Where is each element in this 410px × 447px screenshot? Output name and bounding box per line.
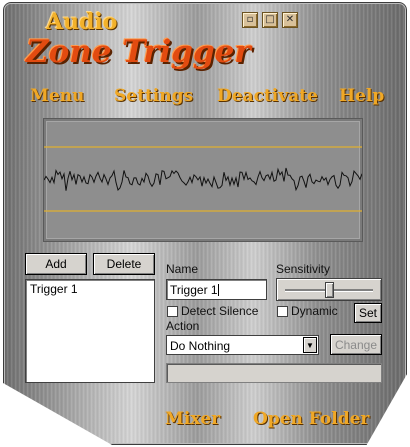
dynamic-checkbox[interactable] [277, 306, 288, 317]
add-trigger-button[interactable]: Add [25, 253, 87, 275]
window-controls: ▫ □ ✕ [242, 12, 298, 28]
detect-silence-checkbox[interactable] [167, 306, 178, 317]
name-label: Name [166, 262, 199, 276]
menu-item-help[interactable]: Help [339, 86, 384, 106]
action-selected-value: Do Nothing [170, 339, 231, 353]
text-cursor [217, 284, 219, 296]
action-label: Action [166, 319, 200, 333]
dynamic-label: Dynamic [291, 304, 338, 318]
waveform-graph [44, 146, 362, 212]
trigger-list[interactable]: Trigger 1 [25, 279, 155, 383]
set-button[interactable]: Set [354, 303, 382, 323]
mixer-link[interactable]: Mixer [165, 409, 220, 429]
close-icon[interactable]: ✕ [282, 12, 298, 28]
app-title-zone-trigger: Zone Trigger [26, 34, 251, 70]
delete-trigger-button[interactable]: Delete [93, 253, 155, 275]
sensitivity-slider[interactable] [276, 278, 382, 301]
change-action-button[interactable]: Change [330, 334, 382, 355]
maximize-icon[interactable]: □ [262, 12, 278, 28]
waveform-line [44, 167, 362, 192]
audio-level-scope [43, 118, 363, 242]
menu-item-deactivate[interactable]: Deactivate [217, 86, 318, 106]
menu-item-settings[interactable]: Settings [114, 86, 193, 106]
menu-bar: Menu Settings Deactivate Help [30, 86, 390, 110]
menu-item-menu[interactable]: Menu [30, 86, 84, 106]
status-field [166, 363, 382, 383]
slider-thumb[interactable] [325, 282, 334, 298]
trigger-name-input[interactable]: Trigger 1 [166, 279, 267, 300]
trigger-list-item[interactable]: Trigger 1 [30, 282, 78, 296]
dropdown-arrow-icon[interactable]: ▼ [303, 337, 317, 353]
detect-silence-label: Detect Silence [181, 304, 259, 318]
trigger-name-value: Trigger 1 [170, 283, 218, 297]
open-folder-link[interactable]: Open Folder [253, 409, 369, 429]
app-title-audio: Audio [46, 9, 118, 35]
action-select[interactable]: Do Nothing ▼ [166, 335, 319, 355]
sensitivity-label: Sensitivity [276, 262, 331, 276]
minimize-icon[interactable]: ▫ [242, 12, 258, 28]
